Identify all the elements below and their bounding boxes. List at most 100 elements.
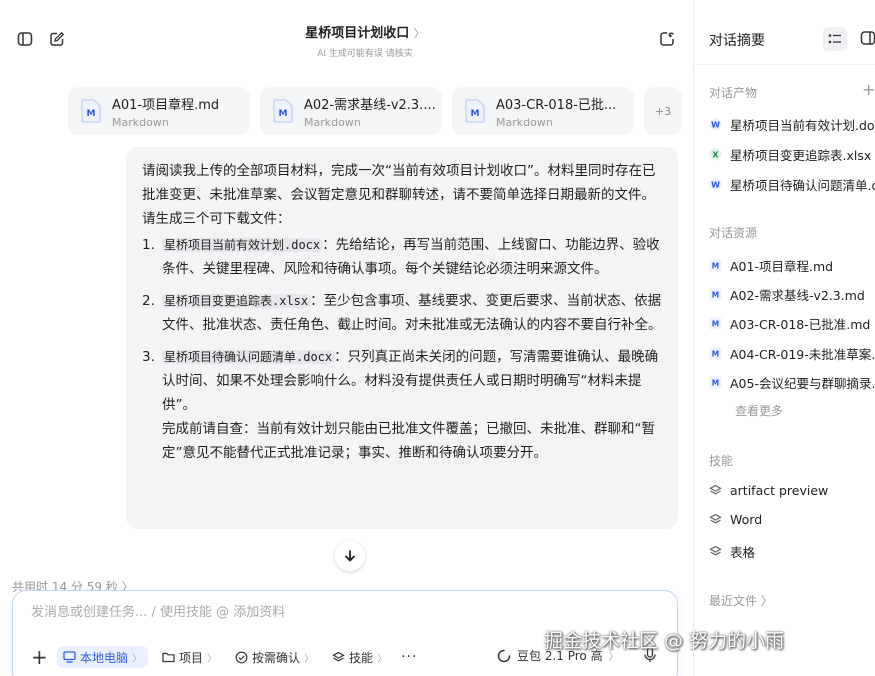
svg-text:M: M	[712, 291, 719, 300]
resource-name: A01-项目章程.md	[730, 259, 834, 274]
attachment-list: M A01-项目章程.md Markdown M A02-需求基线-v2.3...…	[68, 87, 682, 135]
project-label: 项目	[179, 650, 204, 665]
skill-name: Word	[730, 512, 763, 527]
skill-name: 表格	[730, 545, 756, 560]
attachment-type: Markdown	[304, 115, 361, 129]
summary-panel: 对话摘要 对话产物 + W 星桥项目当前有效计划.docx X 星桥项目变更追踪…	[694, 0, 875, 676]
skill-item[interactable]: 表格	[709, 542, 755, 561]
view-more-link[interactable]: 查看更多	[735, 402, 783, 419]
arrow-down-icon	[345, 550, 355, 562]
markdown-file-icon: M	[273, 99, 293, 123]
markdown-file-icon: M	[81, 99, 101, 123]
ai-disclaimer: AI 生成可能有误 请核实	[317, 49, 413, 59]
markdown-file-icon: M	[709, 376, 722, 389]
message-input[interactable]	[31, 605, 551, 620]
resource-name: A04-CR-019-未批准草案.md	[730, 347, 875, 362]
panel-toggle-icon[interactable]	[860, 30, 875, 50]
artifact-item[interactable]: X 星桥项目变更追踪表.xlsx	[709, 145, 871, 164]
layers-icon	[332, 651, 345, 661]
skill-item[interactable]: Word	[709, 512, 762, 527]
markdown-file-icon: M	[709, 317, 722, 330]
more-options-icon[interactable]: ···	[401, 649, 417, 665]
attachment-chip[interactable]: M A02-需求基线-v2.3.... Markdown	[260, 87, 442, 135]
chevron-right-icon: 〉	[207, 653, 218, 665]
list-item: 3. 星桥项目待确认问题清单.docx ：只列真正尚未关闭的问题，写清需要谁确认、…	[142, 345, 662, 465]
attachment-type: Markdown	[496, 115, 553, 129]
composer-toolbar: + 本地电脑〉 项目〉 按需确认〉 技能〉 ···	[31, 645, 417, 669]
list-view-icon[interactable]	[823, 27, 847, 51]
add-icon[interactable]: +	[31, 645, 48, 669]
confirm-mode-button[interactable]: 按需确认〉	[231, 646, 318, 668]
folder-icon	[162, 652, 175, 663]
project-button[interactable]: 项目〉	[158, 646, 221, 668]
resource-name: A02-需求基线-v2.3.md	[730, 288, 865, 303]
resource-name: A03-CR-018-已批准.md	[730, 317, 871, 332]
new-chat-icon[interactable]	[48, 30, 66, 48]
resource-item[interactable]: M A02-需求基线-v2.3.md	[709, 285, 865, 304]
message-intro: 请阅读我上传的全部项目材料，完成一次“当前有效项目计划收口”。材料里同时存在已批…	[142, 163, 656, 203]
monitor-icon	[63, 651, 76, 663]
attachment-chip[interactable]: M A01-项目章程.md Markdown	[68, 87, 250, 135]
resource-item[interactable]: M A05-会议纪要与群聊摘录.md	[709, 373, 875, 392]
resource-item[interactable]: M A04-CR-019-未批准草案.md	[709, 344, 875, 363]
layers-icon	[709, 545, 722, 556]
list-item: 1. 星桥项目当前有效计划.docx ：先给结论，再写当前范围、上线窗口、功能边界…	[142, 233, 662, 281]
attachments-more-button[interactable]: +3	[644, 87, 682, 135]
markdown-file-icon: M	[709, 347, 722, 360]
conversation-header: 星桥项目计划收口 〉 AI 生成可能有误 请核实	[200, 22, 530, 59]
artifact-item[interactable]: W 星桥项目当前有效计划.docx	[709, 115, 875, 134]
header-left-tools	[16, 30, 66, 48]
skill-item[interactable]: artifact preview	[709, 483, 828, 498]
attachment-name: A02-需求基线-v2.3....	[304, 97, 436, 113]
add-artifact-icon[interactable]: +	[862, 80, 875, 99]
attachment-chip[interactable]: M A03-CR-018-已批... Markdown	[452, 87, 634, 135]
svg-text:W: W	[711, 121, 720, 130]
list-number: 3.	[142, 349, 155, 365]
word-file-icon: W	[709, 118, 722, 131]
skill-name: artifact preview	[730, 483, 829, 498]
scroll-to-bottom-button[interactable]	[335, 541, 365, 571]
loading-spinner-icon	[497, 649, 511, 662]
svg-text:M: M	[712, 379, 719, 388]
local-computer-button[interactable]: 本地电脑〉	[57, 646, 149, 668]
skills-label: 技能	[349, 650, 374, 665]
attachment-name: A01-项目章程.md	[112, 97, 220, 113]
chevron-right-icon: 〉	[132, 653, 143, 665]
markdown-file-icon: M	[465, 99, 485, 123]
resource-item[interactable]: M A01-项目章程.md	[709, 256, 833, 275]
layers-icon	[709, 513, 722, 524]
file-name-code: 星桥项目当前有效计划.docx	[162, 238, 323, 252]
chevron-right-icon: 〉	[304, 653, 315, 665]
share-icon[interactable]	[658, 30, 676, 48]
svg-text:W: W	[711, 181, 720, 190]
markdown-file-icon: M	[709, 259, 722, 272]
resource-name: A05-会议纪要与群聊摘录.md	[730, 376, 875, 391]
svg-text:X: X	[712, 151, 719, 160]
list-item: 2. 星桥项目变更追踪表.xlsx ：至少包含事项、基线要求、变更后要求、当前状态…	[142, 289, 662, 337]
list-number: 2.	[142, 293, 155, 309]
svg-text:M: M	[712, 262, 719, 271]
artifacts-heading: 对话产物	[709, 86, 758, 100]
title-chevron-icon: 〉	[413, 27, 425, 40]
conversation-title[interactable]: 星桥项目计划收口 〉	[200, 22, 530, 41]
user-message: 请阅读我上传的全部项目材料，完成一次“当前有效项目计划收口”。材料里同时存在已批…	[126, 147, 678, 529]
svg-text:M: M	[712, 320, 719, 329]
skills-button[interactable]: 技能〉	[328, 646, 391, 668]
recent-files-heading[interactable]: 最近文件 〉	[709, 592, 773, 609]
attachment-type: Markdown	[112, 115, 169, 129]
list-number: 1.	[142, 237, 155, 253]
layers-icon	[709, 484, 722, 495]
file-name-code: 星桥项目变更追踪表.xlsx	[162, 294, 311, 308]
svg-text:M: M	[279, 109, 288, 119]
resources-heading: 对话资源	[709, 226, 758, 240]
local-computer-label: 本地电脑	[80, 650, 129, 665]
chevron-right-icon: 〉	[377, 653, 388, 665]
sidebar-toggle-icon[interactable]	[16, 30, 34, 48]
file-name-code: 星桥项目待确认问题清单.docx	[162, 350, 335, 364]
resource-item[interactable]: M A03-CR-018-已批准.md	[709, 314, 870, 333]
artifact-name: 星桥项目当前有效计划.docx	[730, 118, 875, 133]
word-file-icon: W	[709, 178, 722, 191]
svg-text:M: M	[87, 109, 96, 119]
message-list-heading: 请生成三个可下载文件：	[142, 211, 291, 227]
artifact-item[interactable]: W 星桥项目待确认问题清单.docx	[709, 175, 875, 194]
